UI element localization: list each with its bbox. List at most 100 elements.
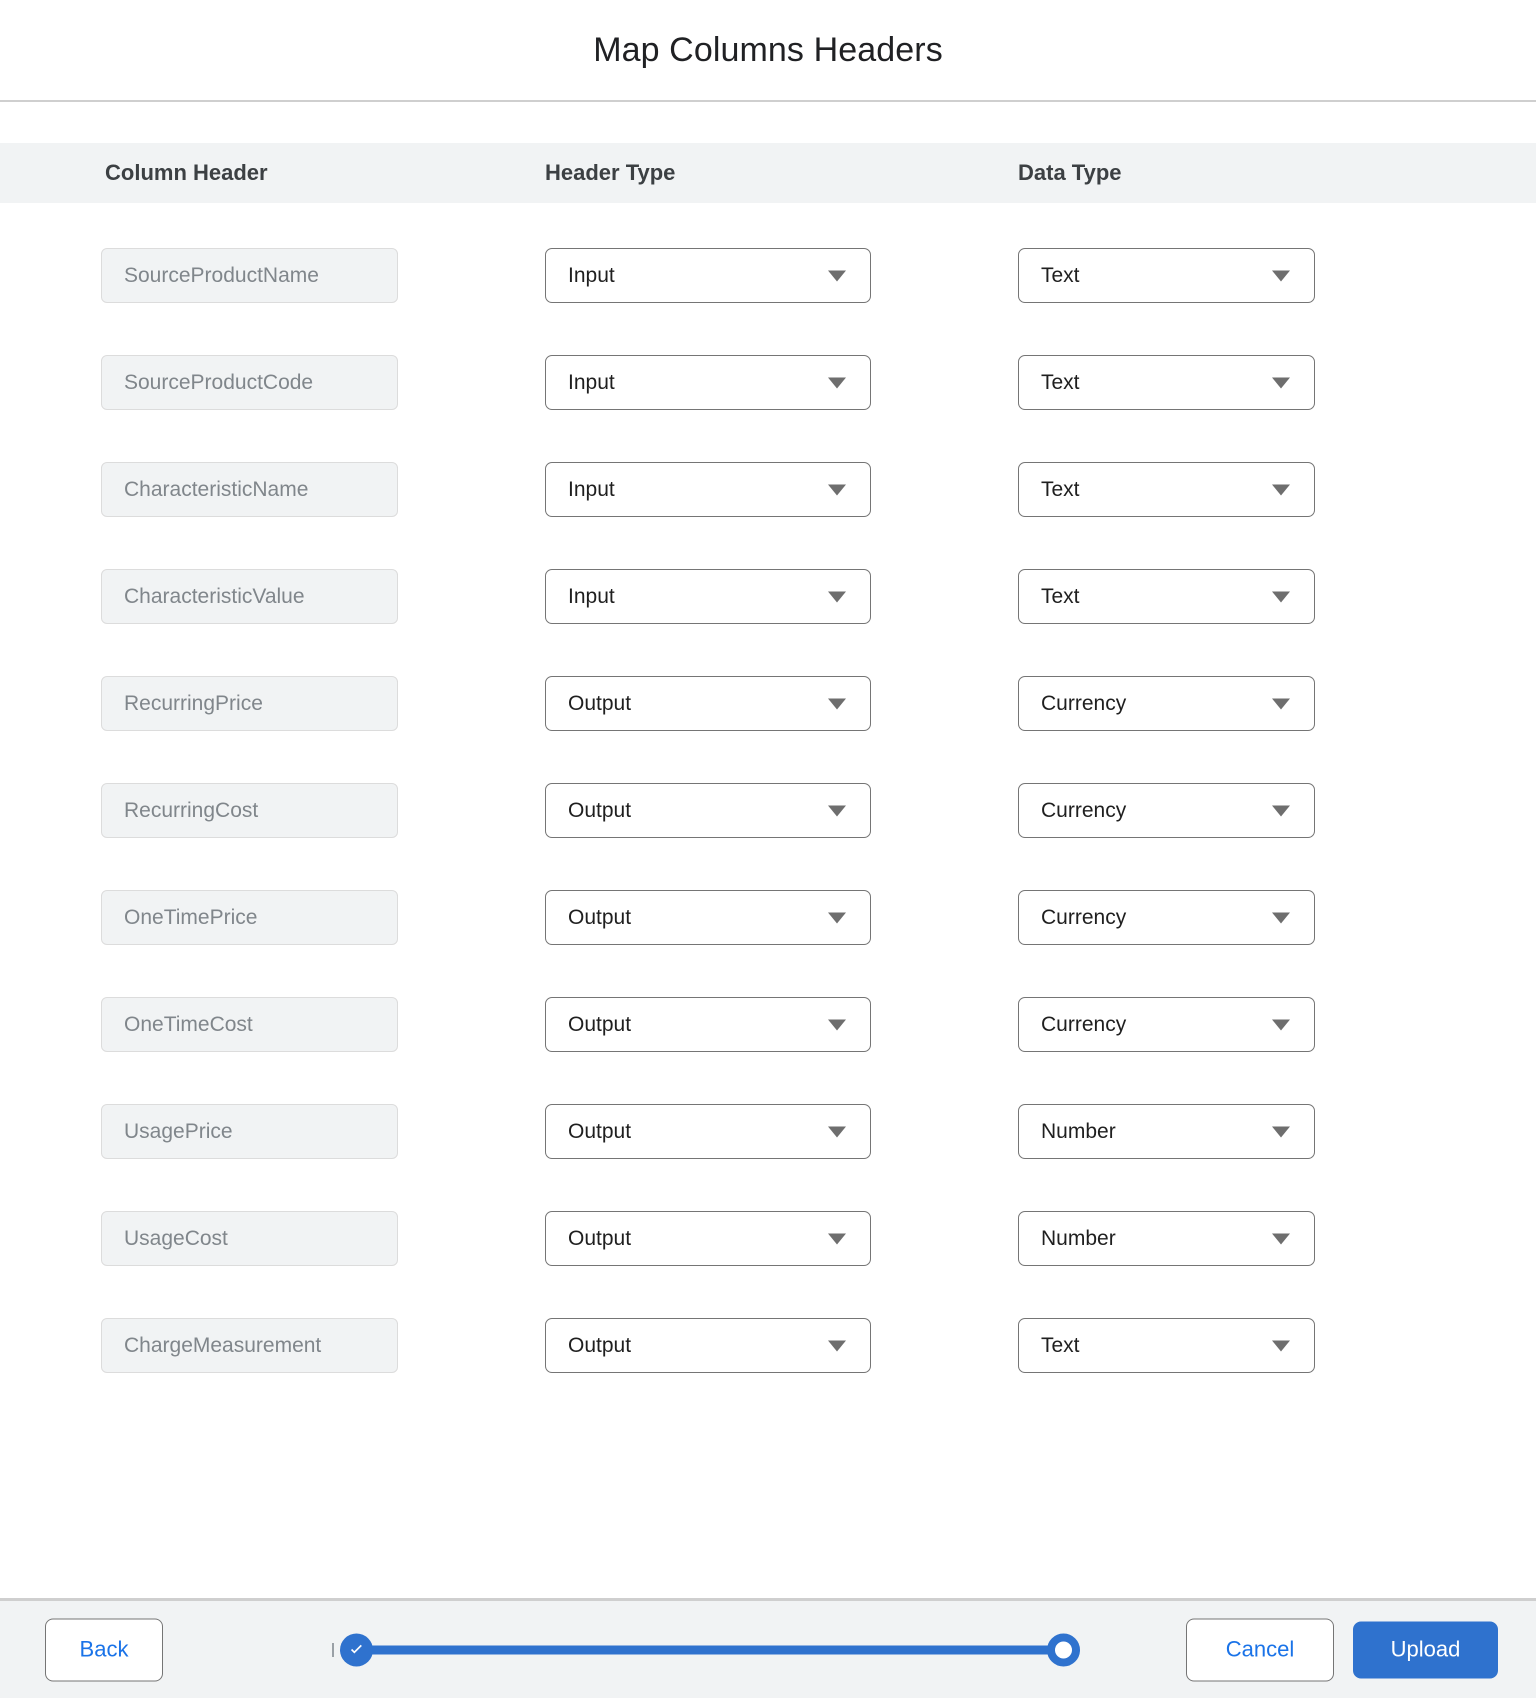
header-type-select[interactable]: Output <box>545 1211 871 1266</box>
chevron-down-icon <box>828 1233 846 1244</box>
data-type-select[interactable]: Currency <box>1018 997 1315 1052</box>
data-type-value: Text <box>1041 584 1080 608</box>
chevron-down-icon <box>1272 1233 1290 1244</box>
chevron-down-icon <box>1272 484 1290 495</box>
dialog-footer: Back Cancel Upload <box>0 1601 1536 1698</box>
table-row: ChargeMeasurement Output Text <box>0 1273 1536 1380</box>
chevron-down-icon <box>828 805 846 816</box>
column-header-input[interactable]: RecurringPrice <box>101 676 398 731</box>
column-header-input[interactable]: CharacteristicValue <box>101 569 398 624</box>
header-type-select[interactable]: Output <box>545 997 871 1052</box>
data-type-select[interactable]: Currency <box>1018 783 1315 838</box>
column-header-label-data-type: Data Type <box>1018 160 1122 185</box>
data-type-value: Text <box>1041 477 1080 501</box>
header-type-value: Input <box>568 263 615 287</box>
data-type-select[interactable]: Text <box>1018 462 1315 517</box>
data-type-select[interactable]: Text <box>1018 569 1315 624</box>
stepper-progress-line <box>362 1645 1058 1654</box>
data-type-select[interactable]: Number <box>1018 1211 1315 1266</box>
ring-circle-icon[interactable] <box>1047 1633 1080 1666</box>
data-type-value: Currency <box>1041 691 1127 715</box>
chevron-down-icon <box>1272 698 1290 709</box>
header-type-select[interactable]: Input <box>545 355 871 410</box>
table-row: SourceProductName Input Text <box>0 203 1536 310</box>
upload-button[interactable]: Upload <box>1353 1621 1498 1678</box>
column-header-input[interactable]: RecurringCost <box>101 783 398 838</box>
data-type-select[interactable]: Currency <box>1018 676 1315 731</box>
header-type-select[interactable]: Output <box>545 783 871 838</box>
data-type-value: Currency <box>1041 1012 1127 1036</box>
data-type-select[interactable]: Text <box>1018 1318 1315 1373</box>
chevron-down-icon <box>828 1019 846 1030</box>
header-type-value: Output <box>568 1119 632 1143</box>
column-header-input[interactable]: CharacteristicName <box>101 462 398 517</box>
header-type-value: Output <box>568 798 632 822</box>
table-row: RecurringPrice Output Currency <box>0 631 1536 738</box>
table-row: OneTimePrice Output Currency <box>0 845 1536 952</box>
chevron-down-icon <box>828 698 846 709</box>
data-type-value: Text <box>1041 263 1080 287</box>
chevron-down-icon <box>828 377 846 388</box>
header-type-value: Input <box>568 584 615 608</box>
header-type-select[interactable]: Output <box>545 1318 871 1373</box>
data-type-select[interactable]: Currency <box>1018 890 1315 945</box>
table-row: OneTimeCost Output Currency <box>0 952 1536 1059</box>
header-type-value: Input <box>568 370 615 394</box>
header-type-value: Output <box>568 1333 632 1357</box>
chevron-down-icon <box>828 912 846 923</box>
header-type-select[interactable]: Output <box>545 890 871 945</box>
chevron-down-icon <box>1272 1019 1290 1030</box>
data-type-select[interactable]: Text <box>1018 248 1315 303</box>
header-type-value: Output <box>568 1226 632 1250</box>
column-header-input[interactable]: SourceProductCode <box>101 355 398 410</box>
chevron-down-icon <box>1272 1126 1290 1137</box>
chevron-down-icon <box>828 1340 846 1351</box>
chevron-down-icon <box>828 484 846 495</box>
data-type-value: Currency <box>1041 798 1127 822</box>
column-header-input[interactable]: SourceProductName <box>101 248 398 303</box>
chevron-down-icon <box>1272 270 1290 281</box>
cancel-button[interactable]: Cancel <box>1186 1618 1334 1681</box>
data-type-value: Text <box>1041 370 1080 394</box>
chevron-down-icon <box>1272 912 1290 923</box>
header-type-value: Output <box>568 691 632 715</box>
chevron-down-icon <box>828 591 846 602</box>
progress-stepper <box>332 1633 1080 1667</box>
column-header-label-header-type: Header Type <box>545 160 676 185</box>
page-title: Map Columns Headers <box>593 31 943 69</box>
chevron-down-icon <box>1272 591 1290 602</box>
data-type-select[interactable]: Number <box>1018 1104 1315 1159</box>
column-header-input[interactable]: OneTimePrice <box>101 890 398 945</box>
column-header-input[interactable]: OneTimeCost <box>101 997 398 1052</box>
chevron-down-icon <box>1272 377 1290 388</box>
header-type-select[interactable]: Output <box>545 1104 871 1159</box>
table-row: UsageCost Output Number <box>0 1166 1536 1273</box>
column-header-label-column-header: Column Header <box>105 160 268 185</box>
table-header-row: Column Header Header Type Data Type <box>0 143 1536 203</box>
header-type-select[interactable]: Input <box>545 248 871 303</box>
header-type-select[interactable]: Input <box>545 569 871 624</box>
header-type-select[interactable]: Input <box>545 462 871 517</box>
table-row: UsagePrice Output Number <box>0 1059 1536 1166</box>
table-row: RecurringCost Output Currency <box>0 738 1536 845</box>
column-header-input[interactable]: ChargeMeasurement <box>101 1318 398 1373</box>
data-type-select[interactable]: Text <box>1018 355 1315 410</box>
header-type-value: Input <box>568 477 615 501</box>
stepper-start-tick <box>332 1642 334 1657</box>
chevron-down-icon <box>1272 1340 1290 1351</box>
table-row: CharacteristicName Input Text <box>0 417 1536 524</box>
back-button[interactable]: Back <box>45 1618 163 1681</box>
chevron-down-icon <box>828 1126 846 1137</box>
header-type-value: Output <box>568 905 632 929</box>
column-header-input[interactable]: UsagePrice <box>101 1104 398 1159</box>
header-type-select[interactable]: Output <box>545 676 871 731</box>
column-header-input[interactable]: UsageCost <box>101 1211 398 1266</box>
chevron-down-icon <box>1272 805 1290 816</box>
header-type-value: Output <box>568 1012 632 1036</box>
data-type-value: Number <box>1041 1119 1116 1143</box>
table-body: SourceProductName Input Text SourceProdu… <box>0 203 1536 1380</box>
data-type-value: Currency <box>1041 905 1127 929</box>
data-type-value: Number <box>1041 1226 1116 1250</box>
dialog-header: Map Columns Headers <box>0 0 1536 100</box>
check-circle-icon[interactable] <box>340 1633 373 1666</box>
